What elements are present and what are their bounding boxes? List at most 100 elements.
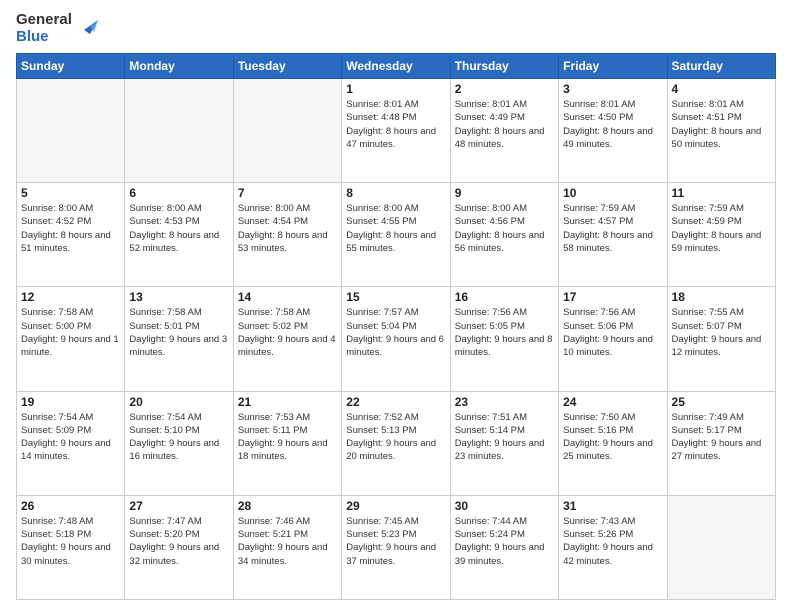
- day-number: 21: [238, 395, 337, 409]
- calendar-cell: 29 Sunrise: 7:45 AM Sunset: 5:23 PM Dayli…: [342, 495, 450, 599]
- logo-general: General: [16, 12, 72, 29]
- header: General Blue: [16, 12, 776, 45]
- day-number: 26: [21, 499, 120, 513]
- day-number: 19: [21, 395, 120, 409]
- day-info: Sunrise: 8:01 AM Sunset: 4:48 PM Dayligh…: [346, 98, 445, 151]
- day-info: Sunrise: 7:51 AM Sunset: 5:14 PM Dayligh…: [455, 411, 554, 464]
- calendar-cell: [233, 79, 341, 183]
- day-info: Sunrise: 7:55 AM Sunset: 5:07 PM Dayligh…: [672, 306, 771, 359]
- calendar-cell: 16 Sunrise: 7:56 AM Sunset: 5:05 PM Dayli…: [450, 287, 558, 391]
- calendar-cell: 7Sunrise: 8:00 AM Sunset: 4:54 PM Daylig…: [233, 183, 341, 287]
- calendar-cell: 13Sunrise: 7:58 AM Sunset: 5:01 PM Dayli…: [125, 287, 233, 391]
- weekday-header-friday: Friday: [559, 54, 667, 79]
- day-number: 2: [455, 82, 554, 96]
- logo-bird-icon: [76, 16, 98, 38]
- day-info: Sunrise: 7:49 AM Sunset: 5:17 PM Dayligh…: [672, 411, 771, 464]
- calendar-cell: 30Sunrise: 7:44 AM Sunset: 5:24 PM Dayli…: [450, 495, 558, 599]
- calendar-cell: 2 Sunrise: 8:01 AM Sunset: 4:49 PM Daylig…: [450, 79, 558, 183]
- day-info: Sunrise: 8:01 AM Sunset: 4:50 PM Dayligh…: [563, 98, 662, 151]
- calendar-cell: 22 Sunrise: 7:52 AM Sunset: 5:13 PM Dayli…: [342, 391, 450, 495]
- day-info: Sunrise: 8:00 AM Sunset: 4:55 PM Dayligh…: [346, 202, 445, 255]
- calendar-cell: 17Sunrise: 7:56 AM Sunset: 5:06 PM Dayli…: [559, 287, 667, 391]
- day-info: Sunrise: 8:00 AM Sunset: 4:53 PM Dayligh…: [129, 202, 228, 255]
- day-info: Sunrise: 7:46 AM Sunset: 5:21 PM Dayligh…: [238, 515, 337, 568]
- logo-text: General Blue: [16, 12, 72, 45]
- calendar-cell: 19 Sunrise: 7:54 AM Sunset: 5:09 PM Dayli…: [17, 391, 125, 495]
- day-number: 5: [21, 186, 120, 200]
- weekday-header-saturday: Saturday: [667, 54, 775, 79]
- day-info: Sunrise: 7:54 AM Sunset: 5:10 PM Dayligh…: [129, 411, 228, 464]
- day-info: Sunrise: 7:59 AM Sunset: 4:57 PM Dayligh…: [563, 202, 662, 255]
- calendar-cell: 21 Sunrise: 7:53 AM Sunset: 5:11 PM Dayli…: [233, 391, 341, 495]
- calendar-cell: 9 Sunrise: 8:00 AM Sunset: 4:56 PM Daylig…: [450, 183, 558, 287]
- day-info: Sunrise: 7:58 AM Sunset: 5:02 PM Dayligh…: [238, 306, 337, 359]
- day-info: Sunrise: 7:54 AM Sunset: 5:09 PM Dayligh…: [21, 411, 120, 464]
- day-number: 4: [672, 82, 771, 96]
- day-info: Sunrise: 7:57 AM Sunset: 5:04 PM Dayligh…: [346, 306, 445, 359]
- calendar-week-4: 19 Sunrise: 7:54 AM Sunset: 5:09 PM Dayli…: [17, 391, 776, 495]
- calendar-cell: 26Sunrise: 7:48 AM Sunset: 5:18 PM Dayli…: [17, 495, 125, 599]
- day-info: Sunrise: 7:45 AM Sunset: 5:23 PM Dayligh…: [346, 515, 445, 568]
- day-number: 12: [21, 290, 120, 304]
- day-info: Sunrise: 8:00 AM Sunset: 4:56 PM Dayligh…: [455, 202, 554, 255]
- day-info: Sunrise: 7:53 AM Sunset: 5:11 PM Dayligh…: [238, 411, 337, 464]
- day-info: Sunrise: 7:58 AM Sunset: 5:01 PM Dayligh…: [129, 306, 228, 359]
- day-number: 7: [238, 186, 337, 200]
- weekday-header-wednesday: Wednesday: [342, 54, 450, 79]
- day-number: 9: [455, 186, 554, 200]
- day-number: 20: [129, 395, 228, 409]
- day-number: 3: [563, 82, 662, 96]
- day-number: 14: [238, 290, 337, 304]
- day-info: Sunrise: 7:58 AM Sunset: 5:00 PM Dayligh…: [21, 306, 120, 359]
- calendar-cell: [125, 79, 233, 183]
- weekday-header-monday: Monday: [125, 54, 233, 79]
- day-number: 1: [346, 82, 445, 96]
- page: General Blue SundayMondayTuesdayWednesda…: [0, 0, 792, 612]
- logo: General Blue: [16, 12, 98, 45]
- calendar-cell: [667, 495, 775, 599]
- day-info: Sunrise: 7:56 AM Sunset: 5:05 PM Dayligh…: [455, 306, 554, 359]
- weekday-row: SundayMondayTuesdayWednesdayThursdayFrid…: [17, 54, 776, 79]
- calendar-cell: 3 Sunrise: 8:01 AM Sunset: 4:50 PM Daylig…: [559, 79, 667, 183]
- logo-blue: Blue: [16, 29, 72, 46]
- calendar-week-5: 26Sunrise: 7:48 AM Sunset: 5:18 PM Dayli…: [17, 495, 776, 599]
- day-number: 18: [672, 290, 771, 304]
- calendar-cell: 27Sunrise: 7:47 AM Sunset: 5:20 PM Dayli…: [125, 495, 233, 599]
- calendar-cell: 10 Sunrise: 7:59 AM Sunset: 4:57 PM Dayli…: [559, 183, 667, 287]
- day-info: Sunrise: 7:44 AM Sunset: 5:24 PM Dayligh…: [455, 515, 554, 568]
- day-number: 29: [346, 499, 445, 513]
- day-number: 6: [129, 186, 228, 200]
- weekday-header-tuesday: Tuesday: [233, 54, 341, 79]
- weekday-header-sunday: Sunday: [17, 54, 125, 79]
- calendar-cell: 25 Sunrise: 7:49 AM Sunset: 5:17 PM Dayli…: [667, 391, 775, 495]
- day-number: 8: [346, 186, 445, 200]
- weekday-header-thursday: Thursday: [450, 54, 558, 79]
- calendar-cell: 4 Sunrise: 8:01 AM Sunset: 4:51 PM Daylig…: [667, 79, 775, 183]
- calendar-cell: 28 Sunrise: 7:46 AM Sunset: 5:21 PM Dayli…: [233, 495, 341, 599]
- day-number: 28: [238, 499, 337, 513]
- calendar-cell: 18 Sunrise: 7:55 AM Sunset: 5:07 PM Dayli…: [667, 287, 775, 391]
- day-number: 24: [563, 395, 662, 409]
- calendar-cell: 6 Sunrise: 8:00 AM Sunset: 4:53 PM Daylig…: [125, 183, 233, 287]
- day-info: Sunrise: 7:52 AM Sunset: 5:13 PM Dayligh…: [346, 411, 445, 464]
- calendar-week-1: 1 Sunrise: 8:01 AM Sunset: 4:48 PM Daylig…: [17, 79, 776, 183]
- day-info: Sunrise: 8:01 AM Sunset: 4:51 PM Dayligh…: [672, 98, 771, 151]
- calendar-cell: 11 Sunrise: 7:59 AM Sunset: 4:59 PM Dayli…: [667, 183, 775, 287]
- calendar-week-3: 12 Sunrise: 7:58 AM Sunset: 5:00 PM Dayli…: [17, 287, 776, 391]
- calendar-cell: 8 Sunrise: 8:00 AM Sunset: 4:55 PM Daylig…: [342, 183, 450, 287]
- day-number: 25: [672, 395, 771, 409]
- day-info: Sunrise: 7:56 AM Sunset: 5:06 PM Dayligh…: [563, 306, 662, 359]
- calendar-cell: 15 Sunrise: 7:57 AM Sunset: 5:04 PM Dayli…: [342, 287, 450, 391]
- day-number: 31: [563, 499, 662, 513]
- calendar-cell: 1 Sunrise: 8:01 AM Sunset: 4:48 PM Daylig…: [342, 79, 450, 183]
- day-number: 15: [346, 290, 445, 304]
- calendar-header: SundayMondayTuesdayWednesdayThursdayFrid…: [17, 54, 776, 79]
- day-info: Sunrise: 7:59 AM Sunset: 4:59 PM Dayligh…: [672, 202, 771, 255]
- day-number: 11: [672, 186, 771, 200]
- day-number: 22: [346, 395, 445, 409]
- day-info: Sunrise: 8:01 AM Sunset: 4:49 PM Dayligh…: [455, 98, 554, 151]
- day-number: 10: [563, 186, 662, 200]
- calendar-cell: 20 Sunrise: 7:54 AM Sunset: 5:10 PM Dayli…: [125, 391, 233, 495]
- day-number: 16: [455, 290, 554, 304]
- calendar-cell: 23Sunrise: 7:51 AM Sunset: 5:14 PM Dayli…: [450, 391, 558, 495]
